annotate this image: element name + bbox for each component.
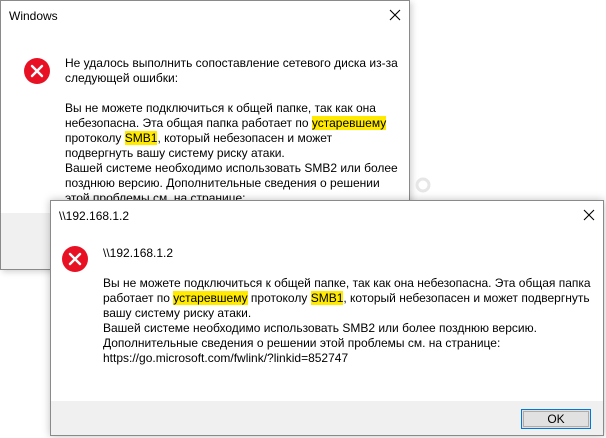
body-text: небезопасна. Эта общая папка работает по	[65, 116, 312, 130]
spinner-artifact-icon	[415, 177, 431, 193]
body-text: Вы не можете подключиться к общей папке,…	[65, 101, 376, 115]
dialog-front-title: \\192.168.1.2	[59, 209, 130, 223]
ok-button[interactable]: OK	[521, 409, 591, 429]
body-line: подвергнуть вашу систему риску атаки.	[65, 146, 405, 161]
body-text: Вашей системе необходимо использовать SM…	[103, 321, 537, 335]
network-path: \\192.168.1.2	[103, 246, 174, 260]
body-line: вашу систему риску атаки.	[103, 306, 593, 321]
body-text: , который небезопасен и может	[157, 131, 333, 145]
body-line: Вы не можете подключиться к общей папке,…	[103, 276, 593, 291]
body-text: подвергнуть вашу систему риску атаки.	[65, 146, 285, 160]
body-text: Вы не можете подключиться к общей папке,…	[103, 276, 591, 290]
body-text: позднюю версию. Дополнительные сведения …	[65, 176, 380, 190]
body-line: Вашей системе необходимо использовать SM…	[103, 321, 593, 336]
body-line: позднюю версию. Дополнительные сведения …	[65, 176, 405, 191]
body-line: небезопасна. Эта общая папка работает по…	[65, 116, 405, 131]
body-line: https://go.microsoft.com/fwlink/?linkid=…	[103, 351, 593, 366]
body-line: Вашей системе необходимо использовать SM…	[65, 161, 405, 176]
dialog-front-body: Вы не можете подключиться к общей папке,…	[103, 276, 593, 366]
body-line: протоколу SMB1, который небезопасен и мо…	[65, 131, 405, 146]
body-text: Дополнительные сведения о решении этой п…	[103, 336, 501, 350]
body-line: работает по устаревшему протоколу SMB1, …	[103, 291, 593, 306]
body-line: Дополнительные сведения о решении этой п…	[103, 336, 593, 351]
dialog-front-titlebar[interactable]: \\192.168.1.2	[51, 201, 603, 231]
error-icon	[61, 245, 89, 273]
dialog-back-title: Windows	[9, 9, 58, 23]
body-text: Вашей системе необходимо использовать SM…	[65, 161, 398, 175]
highlighted-term: устаревшему	[173, 291, 248, 305]
body-line: Вы не можете подключиться к общей папке,…	[65, 101, 405, 116]
body-text: работает по	[103, 291, 174, 305]
dialog-back-message: Не удалось выполнить сопоставление сетев…	[65, 56, 405, 221]
error-icon	[23, 57, 51, 85]
highlighted-term: SMB1	[310, 291, 344, 305]
body-text: , который небезопасен и может подвергнут…	[343, 291, 590, 305]
body-text: протоколу	[247, 291, 311, 305]
message-line: Не удалось выполнить сопоставление сетев…	[65, 56, 398, 70]
dialog-front-button-bar: OK	[51, 401, 603, 435]
body-text: протоколу	[65, 131, 125, 145]
dialog-back-titlebar[interactable]: Windows	[1, 1, 409, 31]
message-line: следующей ошибки:	[65, 71, 179, 85]
close-icon[interactable]	[385, 5, 405, 25]
body-text: https://go.microsoft.com/fwlink/?linkid=…	[103, 351, 349, 365]
highlighted-term: SMB1	[124, 131, 158, 145]
body-text: вашу систему риску атаки.	[103, 306, 252, 320]
close-icon[interactable]	[579, 205, 599, 225]
highlighted-term: устаревшему	[311, 116, 387, 130]
windows-error-dialog-front: \\192.168.1.2 \\192.168.1.2 Вы не можете…	[50, 200, 604, 436]
dialog-front-message: \\192.168.1.2 Вы не можете подключиться …	[103, 246, 593, 366]
